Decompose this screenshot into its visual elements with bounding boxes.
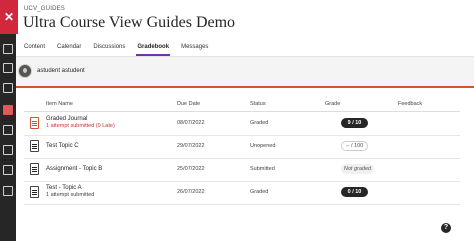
grades-icon[interactable] bbox=[3, 105, 13, 115]
journal-icon bbox=[30, 117, 39, 129]
test-icon bbox=[30, 140, 39, 152]
tab-discussions[interactable]: Discussions bbox=[92, 41, 126, 56]
test-icon bbox=[30, 186, 39, 198]
grade-pill[interactable]: 9 / 10 bbox=[341, 118, 368, 128]
tools-icon[interactable] bbox=[3, 125, 13, 135]
tab-calendar[interactable]: Calendar bbox=[56, 41, 82, 56]
item-name[interactable]: Test - Topic A bbox=[46, 185, 82, 191]
status: Unopened bbox=[250, 143, 276, 149]
item-attempt-info: 1 attempt submitted (0 Late) bbox=[46, 123, 115, 129]
table-row[interactable]: Test - Topic A 1 attempt submitted 26/07… bbox=[24, 181, 460, 205]
status: Submitted bbox=[250, 166, 275, 172]
column-header-feedback[interactable]: Feedback bbox=[398, 101, 422, 107]
column-header-due-date[interactable]: Due Date bbox=[177, 101, 200, 107]
status: Graded bbox=[250, 120, 269, 126]
course-code: UCV_GUIDES bbox=[24, 6, 66, 12]
avatar bbox=[18, 64, 32, 78]
due-date: 29/07/2022 bbox=[177, 143, 205, 149]
grade-pill[interactable]: Not graded bbox=[341, 164, 374, 174]
app-window: ✕ UCV_GUIDES Ultra Course View Guides De… bbox=[0, 0, 474, 241]
mail-icon[interactable] bbox=[3, 145, 13, 155]
course-tabs: Content Calendar Discussions Gradebook M… bbox=[16, 41, 474, 57]
due-date: 26/07/2022 bbox=[177, 189, 205, 195]
column-header-grade[interactable]: Grade bbox=[325, 101, 340, 107]
left-navigation-rail: ✕ bbox=[0, 0, 18, 241]
course-content: UCV_GUIDES Ultra Course View Guides Demo… bbox=[16, 0, 474, 241]
grade-pill[interactable]: 0 / 10 bbox=[341, 187, 368, 197]
table-row[interactable]: Test Topic C 29/07/2022 Unopened -- / 10… bbox=[24, 135, 460, 159]
institution-icon[interactable] bbox=[3, 44, 13, 54]
item-name[interactable]: Test Topic C bbox=[46, 143, 79, 149]
due-date: 25/07/2022 bbox=[177, 166, 205, 172]
assignment-icon bbox=[30, 163, 39, 175]
column-header-status[interactable]: Status bbox=[250, 101, 266, 107]
item-name[interactable]: Graded Journal bbox=[46, 116, 87, 122]
item-attempt-info: 1 attempt submitted bbox=[46, 192, 95, 198]
signout-icon[interactable] bbox=[3, 186, 13, 196]
help-button[interactable]: ? bbox=[441, 223, 451, 233]
student-header: astudent astudent bbox=[16, 57, 474, 88]
messages-icon[interactable] bbox=[3, 83, 13, 93]
profile-icon[interactable] bbox=[3, 165, 13, 175]
course-title: Ultra Course View Guides Demo bbox=[23, 14, 236, 31]
table-row[interactable]: Graded Journal 1 attempt submitted (0 La… bbox=[24, 112, 460, 136]
table-row[interactable]: Assignment - Topic B 25/07/2022 Submitte… bbox=[24, 158, 460, 182]
due-date: 08/07/2022 bbox=[177, 120, 205, 126]
grade-pill[interactable]: -- / 100 bbox=[341, 141, 368, 151]
student-name: astudent astudent bbox=[37, 68, 85, 74]
calendar-icon[interactable] bbox=[3, 63, 13, 73]
status: Graded bbox=[250, 189, 269, 195]
column-header-item-name[interactable]: Item Name bbox=[46, 101, 73, 107]
item-name[interactable]: Assignment - Topic B bbox=[46, 166, 102, 172]
table-header: Item Name Due Date Status Grade Feedback bbox=[24, 98, 460, 112]
tab-gradebook[interactable]: Gradebook bbox=[136, 41, 171, 56]
tab-messages[interactable]: Messages bbox=[180, 41, 209, 56]
tab-content[interactable]: Content bbox=[23, 41, 46, 56]
